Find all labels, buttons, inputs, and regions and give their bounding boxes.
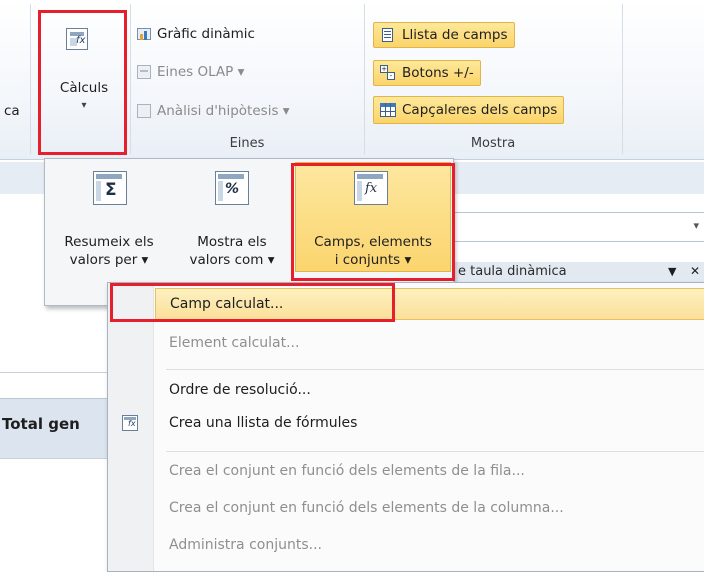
ribbon: ca fx Càlculs ▾ Gràfic dinàmic Eines OLA… <box>0 0 704 160</box>
menu-separator <box>166 369 704 370</box>
highlight-calculations <box>38 10 127 155</box>
formula-bar[interactable]: ▾ <box>440 212 704 242</box>
list-formulas-icon: fx <box>122 415 138 431</box>
total-row: Total gen <box>0 398 107 458</box>
grand-total-cell: Total gen <box>2 415 80 433</box>
menu-separator <box>166 451 704 452</box>
menu-item-solve-order[interactable]: Ordre de resolució... <box>155 374 704 406</box>
menu-item-label: Crea el conjunt en funció dels elements … <box>169 463 525 479</box>
summarize-values-by-button[interactable]: Σ Resumeix els valors per ▾ <box>45 159 173 269</box>
menu-item-manage-sets[interactable]: Administra conjunts... <box>155 529 704 561</box>
highlight-calculated-field <box>110 283 395 322</box>
menu-item-create-set-columns[interactable]: Crea el conjunt en funció dels elements … <box>155 492 704 524</box>
plus-minus-buttons-button[interactable]: + - Botons +/- <box>373 60 481 86</box>
table-icon <box>380 102 396 118</box>
chart-icon <box>136 26 152 42</box>
pivot-chart-button[interactable]: Gràfic dinàmic <box>136 26 255 42</box>
field-list-label: Llista de camps <box>402 27 508 43</box>
list-icon <box>380 27 396 43</box>
fields-items-sets-menu: Camp calculat... Element calculat... Ord… <box>107 282 704 572</box>
pane-dropdown-icon[interactable]: ▼ <box>668 265 676 278</box>
what-if-analysis-label: Anàlisi d'hipòtesis ▾ <box>157 103 290 119</box>
group-separator <box>30 4 31 154</box>
chevron-down-icon[interactable]: ▾ <box>693 219 699 232</box>
partial-ribbon-label: ca <box>4 103 20 119</box>
grid-line <box>0 458 107 459</box>
group-separator <box>364 4 365 154</box>
tools-group-label: Eines <box>229 136 265 151</box>
group-separator <box>622 4 623 154</box>
group-separator <box>130 4 131 154</box>
grid-line <box>0 372 107 373</box>
menu-item-calculated-item[interactable]: Element calculat... <box>155 327 704 359</box>
plus-minus-icon: + - <box>380 65 396 81</box>
olap-icon <box>136 64 152 80</box>
sum-icon: Σ <box>93 171 127 205</box>
menu-item-label: Ordre de resolució... <box>169 382 311 398</box>
what-if-analysis-button[interactable]: Anàlisi d'hipòtesis ▾ <box>136 103 290 119</box>
field-headers-button[interactable]: Capçaleres dels camps <box>373 96 565 124</box>
menu-item-list-formulas[interactable]: Crea una llista de fórmules <box>155 407 704 439</box>
menu-item-label: Crea una llista de fórmules <box>169 415 358 431</box>
pivot-pane-title: e taula dinàmica <box>458 264 567 279</box>
olap-tools-label: Eines OLAP ▾ <box>157 64 245 80</box>
show-values-as-label: Mostra els valors com ▾ <box>189 234 275 268</box>
summarize-values-by-label: Resumeix els valors per ▾ <box>64 234 154 268</box>
menu-item-create-set-rows[interactable]: Crea el conjunt en funció dels elements … <box>155 455 704 487</box>
pivot-pane-header: e taula dinàmica ▼ ✕ <box>430 262 704 284</box>
menu-item-label: Crea el conjunt en funció dels elements … <box>169 500 564 516</box>
pivot-chart-label: Gràfic dinàmic <box>157 26 255 42</box>
field-headers-label: Capçaleres dels camps <box>402 102 558 118</box>
field-list-button[interactable]: Llista de camps <box>373 22 515 48</box>
menu-item-label: Administra conjunts... <box>169 537 322 553</box>
plus-minus-buttons-label: Botons +/- <box>402 65 474 81</box>
close-icon[interactable]: ✕ <box>690 264 700 278</box>
highlight-fields-items-sets <box>291 163 455 281</box>
show-values-as-button[interactable]: % Mostra els valors com ▾ <box>173 159 291 269</box>
show-group-label: Mostra <box>470 136 516 151</box>
menu-item-label: Element calculat... <box>169 335 300 351</box>
percent-icon: % <box>215 171 249 205</box>
what-if-icon <box>136 103 152 119</box>
olap-tools-button[interactable]: Eines OLAP ▾ <box>136 64 244 80</box>
